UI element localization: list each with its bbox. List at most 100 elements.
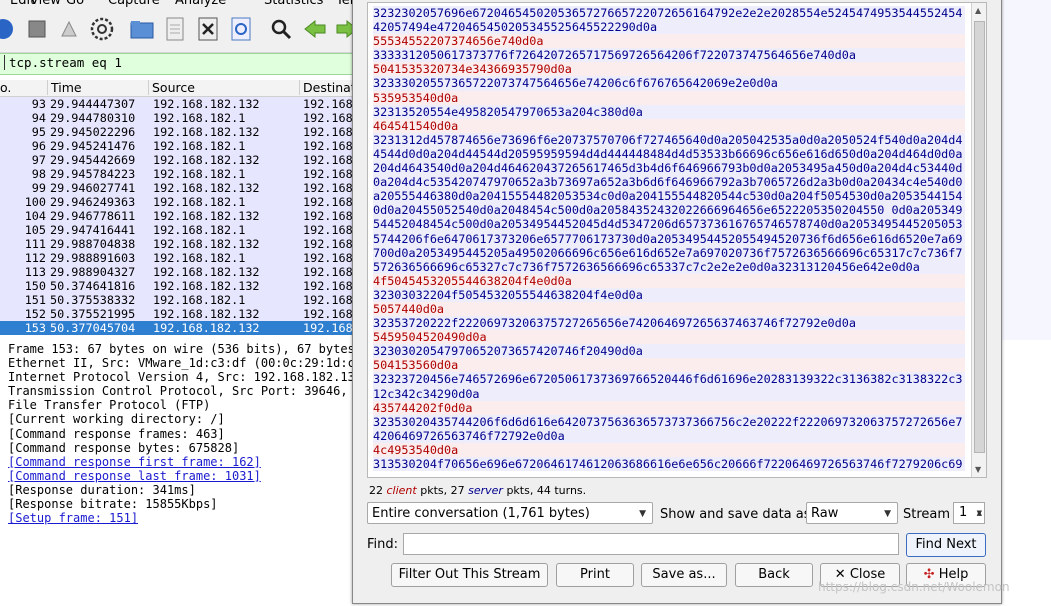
col-header-no[interactable]: o. (0, 80, 11, 95)
server-data-block: 3232302057696e67204654502053657276657220… (373, 6, 965, 35)
reload-icon[interactable] (228, 16, 254, 42)
packet-no: 93 (31, 97, 46, 111)
capture-options-icon[interactable] (89, 16, 115, 42)
filter-out-stream-button[interactable]: Filter Out This Stream (391, 563, 548, 587)
packet-no: 153 (24, 321, 46, 335)
packet-list-header: o. Time Source Destinat (0, 80, 360, 97)
packet-no: 98 (31, 167, 46, 181)
packet-row[interactable]: 150 50.374641816 192.168.182.132 192.168 (0, 279, 360, 293)
detail-line[interactable]: Internet Protocol Version 4, Src: 192.16… (0, 370, 360, 384)
packet-row[interactable]: 104 29.946778611 192.168.182.132 192.168 (0, 209, 360, 223)
conversation-select[interactable]: Entire conversation (1,761 bytes) ▼ (367, 502, 653, 524)
client-data-block: 5057440d0a (373, 301, 965, 317)
packet-source: 192.168.182.132 (153, 307, 260, 321)
detail-line[interactable]: [Current working directory: /] (0, 412, 360, 426)
detail-line[interactable]: Transmission Control Protocol, Src Port:… (0, 384, 360, 398)
detail-link[interactable]: [Command response first frame: 162] (8, 455, 261, 469)
menu-capture[interactable]: Capture (108, 0, 160, 8)
packet-destination: 192.168 (303, 139, 353, 153)
show-as-label: Show and save data as (660, 507, 811, 522)
print-button[interactable]: Print (556, 563, 634, 587)
detail-line[interactable]: [Response duration: 341ms] (0, 483, 360, 497)
menu-analyze[interactable]: Analyze (175, 0, 226, 8)
packet-time: 29.946027741 (50, 181, 136, 195)
client-data-block: 464541540d0a (373, 118, 965, 133)
menu-view[interactable]: View (30, 0, 61, 8)
packet-row[interactable]: 153 50.377045704 192.168.182.132 192.168 (0, 321, 360, 335)
detail-line[interactable]: [Command response bytes: 675828] (0, 441, 360, 455)
packet-row[interactable]: 98 29.945784223 192.168.182.1 192.168 (0, 167, 360, 181)
packet-row[interactable]: 97 29.945442669 192.168.182.132 192.168 (0, 153, 360, 167)
stream-number-spinbox[interactable]: 1 ▲ ▼ (953, 502, 985, 524)
detail-line[interactable]: File Transfer Protocol (FTP) (0, 398, 360, 412)
menu-go[interactable]: Go (66, 0, 84, 8)
packet-row[interactable]: 93 29.944447307 192.168.182.132 192.168 (0, 97, 360, 111)
packet-row[interactable]: 94 29.944780310 192.168.182.1 192.168 (0, 111, 360, 125)
detail-line[interactable]: Frame 153: 67 bytes on wire (536 bits), … (0, 342, 360, 356)
detail-line[interactable]: [Command response first frame: 162] (0, 455, 360, 469)
show-as-select[interactable]: Raw ▼ (806, 502, 898, 524)
packet-row[interactable]: 105 29.947416441 192.168.182.1 192.168 (0, 223, 360, 237)
detail-text: Transmission Control Protocol, Src Port:… (8, 384, 348, 399)
packet-row[interactable]: 96 29.945241476 192.168.182.1 192.168 (0, 139, 360, 153)
stream-content-view[interactable]: 3232302057696e67204654502053657276657220… (367, 2, 987, 478)
spin-down-icon[interactable]: ▼ (977, 503, 982, 523)
packet-row[interactable]: 152 50.375521995 192.168.182.132 192.168 (0, 307, 360, 321)
stream-number-value: 1 (959, 505, 968, 520)
packet-source: 192.168.182.1 (153, 195, 246, 209)
detail-line[interactable]: [Command response frames: 463] (0, 427, 360, 441)
display-filter-input[interactable]: tcp.stream eq 1 (4, 55, 122, 70)
packet-row[interactable]: 113 29.988904327 192.168.182.132 192.168 (0, 265, 360, 279)
vertical-scrollbar[interactable]: ▲ ▼ (971, 3, 986, 477)
scrollbar-thumb[interactable] (974, 21, 985, 453)
packet-no: 94 (31, 111, 46, 125)
open-file-icon[interactable] (129, 16, 155, 42)
packet-time: 50.377045704 (50, 321, 136, 335)
detail-line[interactable]: Ethernet II, Src: VMware_1d:c3:df (00:0c… (0, 356, 360, 370)
restart-capture-icon[interactable] (56, 16, 82, 42)
client-data-block: 55534552207374656e740d0a (373, 34, 965, 49)
detail-link[interactable]: [Setup frame: 151] (8, 511, 138, 525)
menu-statistics[interactable]: Statistics (264, 0, 323, 8)
packet-row[interactable]: 111 29.988704838 192.168.182.132 192.168 (0, 237, 360, 251)
col-header-destination[interactable]: Destinat (299, 80, 356, 95)
close-file-icon[interactable] (195, 16, 221, 42)
client-data-block: 504153560d0a (373, 358, 965, 373)
detail-line[interactable]: [Setup frame: 151] (0, 511, 360, 525)
col-header-source[interactable]: Source (148, 80, 195, 95)
server-data-block: 313530204f70656e696e67206461746120636866… (373, 457, 965, 472)
menu-tel[interactable]: Tel (336, 0, 353, 8)
detail-text: Frame 153: 67 bytes on wire (536 bits), … (8, 342, 355, 356)
col-header-time[interactable]: Time (47, 80, 82, 95)
stop-icon[interactable] (24, 16, 50, 42)
back-button[interactable]: Back (735, 563, 813, 587)
find-icon[interactable] (268, 16, 294, 42)
packet-row[interactable]: 99 29.946027741 192.168.182.132 192.168 (0, 181, 360, 195)
server-data-block: 32303032204f5054532055544638204f4e0d0a (373, 287, 965, 302)
packet-time: 29.945241476 (50, 139, 136, 153)
scroll-down-icon[interactable]: ▼ (975, 465, 981, 474)
detail-line[interactable]: [Command response last frame: 1031] (0, 469, 360, 483)
detail-line[interactable]: [Response bitrate: 15855Kbps] (0, 497, 360, 511)
follow-stream-dialog: 3232302057696e67204654502053657276657220… (352, 0, 1002, 604)
packet-source: 192.168.182.132 (153, 265, 260, 279)
stop-capture-icon[interactable] (0, 16, 16, 42)
packet-row[interactable]: 95 29.945022296 192.168.182.132 192.168 (0, 125, 360, 139)
packet-time: 50.375521995 (50, 307, 136, 321)
scroll-up-icon[interactable]: ▲ (975, 6, 981, 15)
packet-row[interactable]: 151 50.375538332 192.168.182.1 192.168 (0, 293, 360, 307)
packet-destination: 192.168 (303, 153, 353, 167)
packet-row[interactable]: 100 29.946249363 192.168.182.1 192.168 (0, 195, 360, 209)
find-input[interactable] (403, 533, 899, 555)
server-data-block: 32333020557365722073747564656e74206c6f67… (373, 76, 965, 91)
client-data-block: 4f5045453205544638204f4e0d0a (373, 273, 965, 288)
packet-row[interactable]: 112 29.988891603 192.168.182.1 192.168 (0, 251, 360, 265)
detail-text: [Response bitrate: 15855Kbps] (8, 497, 218, 512)
file-icon[interactable] (162, 16, 188, 42)
save-as-button[interactable]: Save as... (641, 563, 727, 587)
packet-destination: 192.168 (303, 167, 353, 181)
back-icon[interactable] (302, 16, 328, 42)
detail-link[interactable]: [Command response last frame: 1031] (8, 469, 261, 483)
find-next-button[interactable]: Find Next (906, 533, 986, 557)
detail-text: [Command response bytes: 675828] (8, 440, 240, 455)
